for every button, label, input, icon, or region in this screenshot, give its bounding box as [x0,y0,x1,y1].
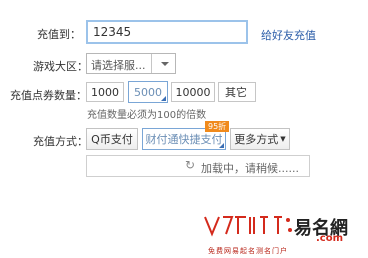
watermark-tagline: 免费网易起名测名门户 [208,247,288,255]
selected-check-icon [161,96,166,101]
loading-text: 加载中，请稍候...... [201,162,299,175]
recharge-to-label: 充值到： [37,28,81,41]
loading-panel: ↻ 加载中，请稍候...... [86,155,310,177]
chevron-down-icon [161,62,169,66]
server-select[interactable]: 请选择服... [86,53,176,74]
more-methods-button[interactable]: 更多方式 ▼ [230,128,290,150]
watermark-domain: .com [316,233,344,244]
server-label: 游戏大区： [33,60,88,73]
amount-other-input[interactable]: 其它 [218,82,256,102]
friend-recharge-link[interactable]: 给好友充值 [261,27,316,43]
qcoin-pay-button[interactable]: Q币支付 [86,128,138,150]
watermark-graphic-icon [204,216,292,237]
amount-option-10000[interactable]: 10000 [171,82,215,102]
amount-hint: 充值数量必须为100的倍数 [87,110,207,121]
selected-check-icon [219,143,224,148]
account-value: 12345 [93,25,132,39]
select-divider [151,54,152,73]
discount-badge: 95折 [205,121,230,132]
points-label: 充值点券数量： [10,89,87,102]
server-placeholder: 请选择服... [91,59,146,72]
method-label: 充值方式： [33,135,88,148]
spinner-icon: ↻ [185,158,196,172]
caret-down-icon: ▼ [280,135,286,143]
account-input[interactable]: 12345 [86,20,248,44]
amount-option-1000[interactable]: 1000 [86,82,124,102]
amount-option-5000[interactable]: 5000 [128,81,168,103]
